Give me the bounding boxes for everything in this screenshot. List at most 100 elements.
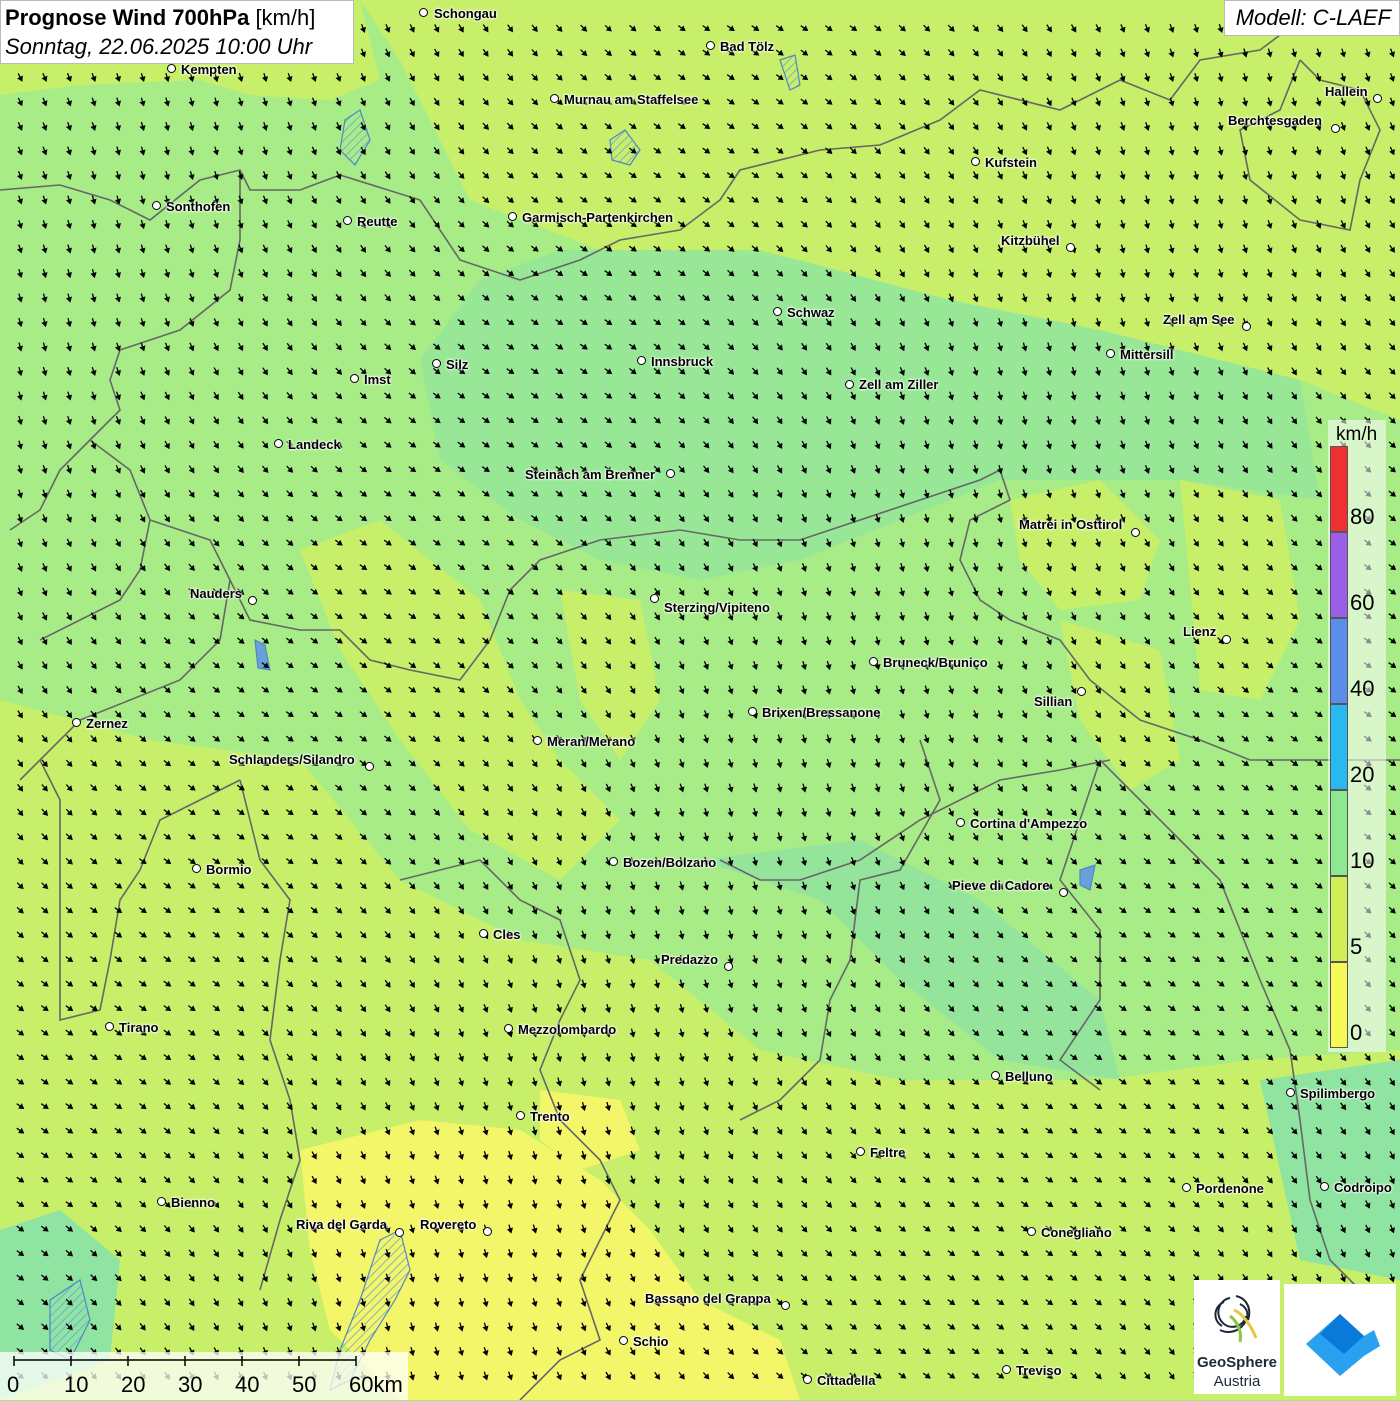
city-label: Trento bbox=[530, 1109, 570, 1124]
city-marker bbox=[666, 469, 675, 478]
city-label: Nauders bbox=[190, 586, 242, 601]
city-label: Rovereto bbox=[420, 1217, 476, 1232]
city-marker bbox=[856, 1147, 865, 1156]
city-label: Landeck bbox=[288, 437, 341, 452]
color-legend: km/h 806040201050 bbox=[1328, 420, 1386, 1052]
city-marker bbox=[1059, 888, 1068, 897]
city-marker bbox=[1077, 687, 1086, 696]
city-marker bbox=[619, 1336, 628, 1345]
city-marker bbox=[1131, 528, 1140, 537]
city-label: Schlanders/Silandro bbox=[229, 752, 355, 767]
city-marker bbox=[971, 157, 980, 166]
city-marker bbox=[152, 201, 161, 210]
scale-label: 60km bbox=[349, 1372, 403, 1398]
city-label: Kempten bbox=[181, 62, 237, 77]
city-marker bbox=[1222, 635, 1231, 644]
city-marker bbox=[650, 594, 659, 603]
geosphere-mark-icon bbox=[1194, 1280, 1280, 1354]
title-panel: Prognose Wind 700hPa [km/h] Sonntag, 22.… bbox=[0, 0, 354, 64]
app-logo bbox=[1284, 1284, 1396, 1396]
city-marker bbox=[845, 380, 854, 389]
city-label: Bozen/Bolzano bbox=[623, 855, 716, 870]
city-label: Cles bbox=[493, 927, 520, 942]
city-marker bbox=[419, 8, 428, 17]
city-label: Berchtesgaden bbox=[1228, 113, 1322, 128]
city-marker bbox=[1286, 1088, 1295, 1097]
city-label: Bruneck/Brunico bbox=[883, 655, 988, 670]
city-label: Mezzolombardo bbox=[518, 1022, 616, 1037]
city-label: Sonthofen bbox=[166, 199, 230, 214]
city-label: Predazzo bbox=[661, 952, 718, 967]
title-main: Prognose Wind 700hPa bbox=[5, 5, 249, 30]
city-marker bbox=[1066, 243, 1075, 252]
city-label: Sillian bbox=[1034, 694, 1072, 709]
city-marker bbox=[1331, 124, 1340, 133]
city-label: Matrei in Osttirol bbox=[1019, 517, 1122, 532]
city-marker bbox=[803, 1375, 812, 1384]
city-label: Pieve di Cadore bbox=[952, 878, 1050, 893]
city-label: Garmisch-Partenkirchen bbox=[522, 210, 673, 225]
city-marker bbox=[956, 818, 965, 827]
city-label: Treviso bbox=[1016, 1363, 1062, 1378]
title-unit: [km/h] bbox=[255, 5, 315, 30]
legend-label: 60 bbox=[1350, 590, 1374, 616]
legend-label: 5 bbox=[1350, 934, 1362, 960]
city-label: Murnau am Staffelsee bbox=[564, 92, 698, 107]
city-label: Lienz bbox=[1183, 624, 1216, 639]
city-marker bbox=[105, 1022, 114, 1031]
city-marker bbox=[869, 657, 878, 666]
city-marker bbox=[1242, 322, 1251, 331]
city-label: Riva del Garda bbox=[296, 1217, 387, 1232]
model-label: Modell: C-LAEF bbox=[1236, 5, 1391, 31]
logo-sub: Austria bbox=[1194, 1373, 1280, 1390]
scale-label: 0 bbox=[7, 1372, 19, 1398]
city-marker bbox=[504, 1024, 513, 1033]
city-marker bbox=[609, 857, 618, 866]
model-panel: Modell: C-LAEF bbox=[1224, 0, 1400, 36]
city-label: Sterzing/Vipiteno bbox=[664, 600, 770, 615]
legend-color-segment bbox=[1330, 532, 1348, 618]
forecast-datetime: Sonntag, 22.06.2025 10:00 Uhr bbox=[5, 34, 312, 60]
legend-label: 40 bbox=[1350, 676, 1374, 702]
city-marker bbox=[432, 359, 441, 368]
city-label: Tirano bbox=[119, 1020, 159, 1035]
city-marker bbox=[724, 962, 733, 971]
legend-label: 80 bbox=[1350, 504, 1374, 530]
scale-label: 20 bbox=[121, 1372, 145, 1398]
city-marker bbox=[395, 1228, 404, 1237]
city-label: Belluno bbox=[1005, 1069, 1053, 1084]
city-label: Hallein bbox=[1325, 84, 1368, 99]
city-marker bbox=[1106, 349, 1115, 358]
city-marker bbox=[365, 762, 374, 771]
city-marker bbox=[479, 929, 488, 938]
city-label: Bad Tölz bbox=[720, 39, 774, 54]
city-label: Imst bbox=[364, 372, 391, 387]
legend-unit: km/h bbox=[1336, 424, 1377, 446]
legend-color-segment bbox=[1330, 790, 1348, 876]
city-label: Codroipo bbox=[1334, 1180, 1392, 1195]
scale-label: 40 bbox=[235, 1372, 259, 1398]
scale-label: 50 bbox=[292, 1372, 316, 1398]
city-label: Brixen/Bressanone bbox=[762, 705, 881, 720]
city-marker bbox=[550, 94, 559, 103]
legend-color-segment bbox=[1330, 704, 1348, 790]
city-label: Feltre bbox=[870, 1145, 905, 1160]
city-marker bbox=[72, 718, 81, 727]
city-label: Zernez bbox=[86, 716, 128, 731]
legend-color-segment bbox=[1330, 618, 1348, 704]
city-marker bbox=[350, 374, 359, 383]
city-marker bbox=[508, 212, 517, 221]
legend-label: 10 bbox=[1350, 848, 1374, 874]
city-marker bbox=[533, 736, 542, 745]
scale-label: 30 bbox=[178, 1372, 202, 1398]
city-label: Innsbruck bbox=[651, 354, 713, 369]
city-marker bbox=[248, 596, 257, 605]
legend-color-segment bbox=[1330, 876, 1348, 962]
city-label: Silz bbox=[446, 357, 468, 372]
city-label: Spilimbergo bbox=[1300, 1086, 1375, 1101]
legend-label: 20 bbox=[1350, 762, 1374, 788]
city-marker bbox=[516, 1111, 525, 1120]
city-marker bbox=[192, 864, 201, 873]
logo-name: GeoSphere bbox=[1194, 1354, 1280, 1371]
city-label: Bienno bbox=[171, 1195, 215, 1210]
